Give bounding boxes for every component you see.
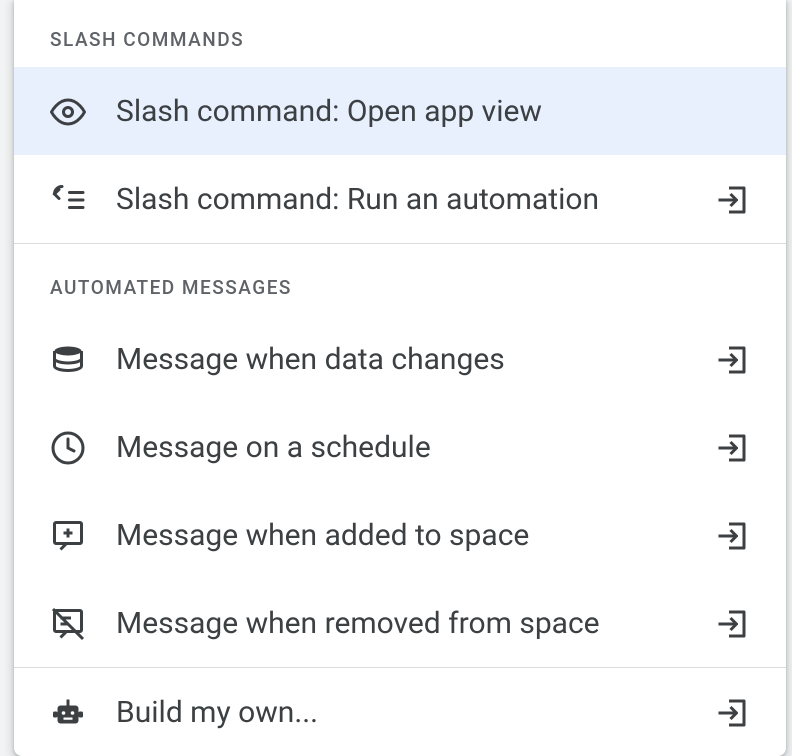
section-header-slash-commands: SLASH COMMANDS: [14, 0, 786, 67]
section-header-automated-messages: AUTOMATED MESSAGES: [14, 244, 786, 315]
menu-item-build-my-own[interactable]: Build my own...: [14, 668, 786, 756]
menu-item-removed-from-space[interactable]: Message when removed from space: [14, 579, 786, 667]
menu-item-label: Message when removed from space: [116, 606, 714, 641]
menu-item-run-automation[interactable]: Slash command: Run an automation: [14, 155, 786, 243]
menu-item-label: Message on a schedule: [116, 430, 714, 465]
clock-icon: [50, 430, 86, 466]
automation-icon: [50, 182, 86, 218]
menu-item-label: Slash command: Open app view: [116, 94, 750, 129]
menu-item-added-to-space[interactable]: Message when added to space: [14, 491, 786, 579]
menu-item-label: Slash command: Run an automation: [116, 182, 714, 217]
menu-panel: SLASH COMMANDS Slash command: Open app v…: [14, 0, 786, 756]
menu-item-label: Build my own...: [116, 695, 714, 730]
arrow-enter-icon: [714, 518, 750, 554]
menu-item-label: Message when data changes: [116, 342, 714, 377]
menu-item-label: Message when added to space: [116, 518, 714, 553]
arrow-enter-icon: [714, 695, 750, 731]
database-icon: [50, 342, 86, 378]
arrow-enter-icon: [714, 342, 750, 378]
menu-item-data-changes[interactable]: Message when data changes: [14, 315, 786, 403]
menu-item-open-app-view[interactable]: Slash command: Open app view: [14, 67, 786, 155]
add-comment-icon: [50, 518, 86, 554]
arrow-enter-icon: [714, 182, 750, 218]
eye-icon: [50, 94, 86, 130]
robot-icon: [50, 695, 86, 731]
arrow-enter-icon: [714, 430, 750, 466]
speaker-notes-off-icon: [50, 606, 86, 642]
menu-item-schedule[interactable]: Message on a schedule: [14, 403, 786, 491]
arrow-enter-icon: [714, 606, 750, 642]
